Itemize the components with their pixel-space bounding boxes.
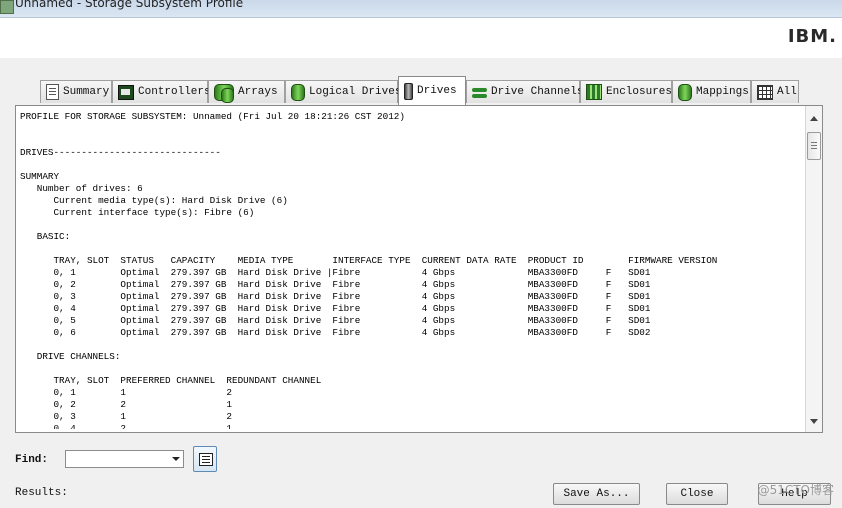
close-button[interactable]: Close [666,483,728,505]
profile-line: SUMMARY [20,171,60,182]
profile-line: 0, 6 Optimal 279.397 GB Hard Disk Drive … [20,327,651,338]
drive-icon [404,82,413,100]
profile-line: 0, 3 Optimal 279.397 GB Hard Disk Drive … [20,291,651,302]
profile-line: 0, 1 Optimal 279.397 GB Hard Disk Drive … [20,267,651,278]
profile-line: 0, 1 1 2 [20,387,233,398]
tab-all[interactable]: All [751,80,799,103]
tab-label: Drives [417,85,457,97]
profile-line: TRAY, SLOT PREFERRED CHANNEL REDUNDANT C… [20,375,322,386]
profile-panel: PROFILE FOR STORAGE SUBSYSTEM: Unnamed (… [15,105,823,433]
tab-enclosures[interactable]: Enclosures [580,80,672,103]
tab-label: Logical Drives [309,86,402,98]
profile-line: 0, 5 Optimal 279.397 GB Hard Disk Drive … [20,315,651,326]
tab-label: Enclosures [606,86,673,98]
profile-line: Number of drives: 6 [20,183,143,194]
ibm-logo: IBM. [787,26,837,47]
tab-label: Mappings [696,86,749,98]
profile-line: 0, 2 Optimal 279.397 GB Hard Disk Drive … [20,279,651,290]
tab-drives[interactable]: Drives [398,76,466,105]
binoculars-icon [199,453,213,466]
results-label: Results: [15,487,68,499]
title-bar: Unnamed - Storage Subsystem Profile [0,0,842,18]
controller-icon [118,84,134,100]
window-title: Unnamed - Storage Subsystem Profile [15,0,244,10]
logical-drive-icon [291,83,305,101]
find-button[interactable] [193,446,217,472]
tab-controllers[interactable]: Controllers [112,80,211,103]
tab-mappings[interactable]: Mappings [672,80,751,103]
tab-label: All [777,86,797,98]
tab-strip: Summary Controllers Arrays Logical Drive… [40,76,830,105]
tab-logical-drives[interactable]: Logical Drives [285,80,402,103]
app-icon [0,0,14,14]
profile-line: BASIC: [20,231,71,242]
header-band [0,18,842,58]
watermark: @51CTO博客 [757,483,834,497]
vertical-scrollbar[interactable] [805,106,822,432]
profile-line: 0, 4 2 1 [20,423,233,429]
tab-arrays[interactable]: Arrays [208,80,285,103]
tab-drive-channels[interactable]: Drive Channels [466,80,584,103]
array-icon [214,83,234,103]
profile-line: 0, 3 1 2 [20,411,233,422]
document-icon [46,84,59,100]
profile-line: DRIVE CHANNELS: [20,351,121,362]
find-label: Find: [15,454,49,466]
profile-line: 0, 4 Optimal 279.397 GB Hard Disk Drive … [20,303,651,314]
enclosure-icon [586,84,602,100]
save-as-button[interactable]: Save As... [553,483,640,505]
profile-line: Current media type(s): Hard Disk Drive (… [20,195,288,206]
scroll-down-icon[interactable] [810,419,818,424]
tab-label: Summary [63,86,110,98]
tab-label: Drive Channels [491,86,584,98]
grid-icon [757,84,773,100]
profile-line: TRAY, SLOT STATUS CAPACITY MEDIA TYPE IN… [20,255,718,266]
profile-text[interactable]: PROFILE FOR STORAGE SUBSYSTEM: Unnamed (… [20,111,800,429]
tab-label: Arrays [238,86,278,98]
find-combobox[interactable] [65,450,184,468]
profile-line: DRIVES------------------------------ [20,147,221,158]
scroll-thumb[interactable] [807,132,821,160]
profile-line: PROFILE FOR STORAGE SUBSYSTEM: Unnamed (… [20,111,405,122]
profile-line: 0, 2 2 1 [20,399,233,410]
drive-channel-icon [472,86,487,99]
tab-summary[interactable]: Summary [40,80,112,103]
mapping-icon [678,83,692,101]
profile-line: Current interface type(s): Fibre (6) [20,207,255,218]
chevron-down-icon[interactable] [172,457,180,461]
scroll-up-icon[interactable] [810,116,818,121]
tab-label: Controllers [138,86,211,98]
